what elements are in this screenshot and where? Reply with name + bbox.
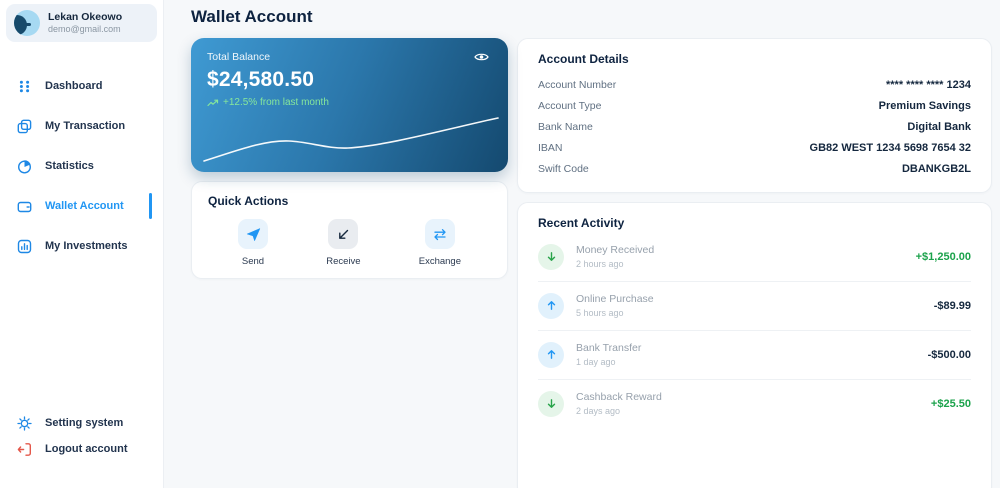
action-label: Send — [241, 256, 265, 267]
detail-label: Account Type — [538, 100, 602, 113]
sidebar-item-my-investments[interactable]: My Investments — [0, 226, 163, 266]
dashboard-grid-icon — [17, 78, 33, 94]
activity-amount: -$500.00 — [927, 348, 971, 361]
account-details-title: Account Details — [538, 52, 629, 66]
active-indicator — [149, 193, 152, 219]
activity-row-bank-transfer[interactable]: Bank Transfer 1 day ago -$500.00 — [538, 331, 971, 380]
avatar — [14, 10, 40, 36]
total-balance-card: Total Balance $24,580.50 +12.5% from las… — [191, 38, 508, 172]
sidebar-item-settings[interactable]: Setting system — [0, 410, 163, 436]
detail-label: Account Number — [538, 79, 617, 92]
main-content: Wallet Account Total Balance $24,580.50 — [164, 0, 1000, 488]
activity-title: Bank Transfer — [576, 342, 642, 355]
receive-icon — [328, 219, 359, 249]
account-details-panel: Account Details Account Number **** ****… — [517, 38, 992, 193]
exchange-button[interactable]: Exchange — [419, 219, 461, 267]
page-title: Wallet Account — [191, 7, 313, 26]
action-label: Receive — [326, 256, 361, 267]
action-label: Exchange — [418, 256, 461, 267]
arrow-down-icon — [538, 243, 564, 270]
detail-value: **** **** **** 1234 — [885, 79, 971, 92]
exchange-icon — [424, 219, 455, 249]
arrow-up-icon — [538, 341, 564, 368]
footer-item-label: Setting system — [45, 417, 124, 429]
detail-row-account-number: Account Number **** **** **** 1234 — [538, 75, 971, 96]
balance-label: Total Balance — [207, 51, 271, 63]
receive-button[interactable]: Receive — [326, 219, 361, 267]
activity-text: Money Received 2 hours ago — [576, 244, 654, 269]
sidebar-item-statistics[interactable]: Statistics — [0, 146, 163, 186]
activity-amount: +$1,250.00 — [915, 250, 971, 263]
activity-text: Bank Transfer 1 day ago — [576, 342, 641, 367]
sidebar-item-label: My Transaction — [45, 120, 126, 132]
sidebar-item-label: Dashboard — [45, 80, 103, 92]
detail-row-iban: IBAN GB82 WEST 1234 5698 7654 32 — [538, 137, 971, 158]
activity-time: 5 hours ago — [576, 308, 624, 319]
quick-actions-title: Quick Actions — [208, 194, 289, 208]
activity-amount: -$89.99 — [933, 299, 971, 312]
balance-trend: +12.5% from last month — [223, 97, 329, 108]
user-profile[interactable]: Lekan Okeowo demo@gmail.com — [6, 4, 157, 42]
activity-text: Online Purchase 5 hours ago — [576, 293, 654, 318]
activity-text: Cashback Reward 2 days ago — [576, 391, 662, 416]
user-email: demo@gmail.com — [48, 24, 121, 34]
gear-icon — [17, 415, 33, 431]
detail-value: Digital Bank — [907, 120, 971, 133]
user-info: Lekan Okeowo demo@gmail.com — [48, 11, 122, 35]
activity-title: Online Purchase — [576, 293, 654, 306]
investments-icon — [17, 238, 33, 254]
activity-title: Money Received — [576, 244, 655, 257]
activity-amount: +$25.50 — [930, 397, 971, 410]
activity-time: 1 day ago — [576, 357, 616, 368]
arrow-down-icon — [538, 390, 564, 417]
recent-activity-title: Recent Activity — [538, 215, 625, 230]
arrow-up-icon — [538, 292, 564, 319]
statistics-pie-icon — [17, 158, 33, 174]
detail-label: Swift Code — [538, 162, 589, 175]
activity-row-money-received[interactable]: Money Received 2 hours ago +$1,250.00 — [538, 233, 971, 282]
sidebar-item-logout[interactable]: Logout account — [0, 436, 163, 462]
detail-label: IBAN — [538, 141, 563, 154]
logout-icon — [17, 441, 33, 457]
sidebar: Lekan Okeowo demo@gmail.com Dashboard My… — [0, 0, 164, 488]
detail-value: GB82 WEST 1234 5698 7654 32 — [809, 141, 971, 154]
send-icon — [238, 219, 268, 249]
activity-time: 2 hours ago — [576, 259, 624, 270]
activity-time: 2 days ago — [576, 406, 621, 417]
activity-row-online-purchase[interactable]: Online Purchase 5 hours ago -$89.99 — [538, 282, 971, 331]
footer-item-label: Logout account — [45, 443, 128, 455]
user-name: Lekan Okeowo — [48, 11, 123, 23]
detail-row-account-type: Account Type Premium Savings — [538, 96, 971, 117]
balance-sparkline — [203, 117, 499, 162]
activity-title: Cashback Reward — [576, 391, 662, 404]
eye-icon[interactable] — [474, 51, 490, 63]
sidebar-item-label: Wallet Account — [45, 200, 124, 212]
sidebar-item-my-transaction[interactable]: My Transaction — [0, 106, 163, 146]
transactions-icon — [17, 118, 33, 134]
sidebar-nav: Dashboard My Transaction Statistics Wall… — [0, 66, 163, 266]
send-button[interactable]: Send — [238, 219, 268, 267]
detail-value: Premium Savings — [878, 100, 971, 113]
activity-row-cashback-reward[interactable]: Cashback Reward 2 days ago +$25.50 — [538, 380, 971, 428]
trend-up-icon — [207, 99, 219, 107]
recent-activity-panel: Recent Activity Money Received 2 hours a… — [517, 201, 992, 488]
quick-actions-panel: Quick Actions Send Receive Exchange — [191, 181, 508, 279]
detail-row-bank-name: Bank Name Digital Bank — [538, 117, 971, 138]
sidebar-item-label: Statistics — [45, 160, 94, 172]
sidebar-item-label: My Investments — [45, 240, 128, 252]
sidebar-item-wallet-account[interactable]: Wallet Account — [0, 186, 163, 226]
sidebar-item-dashboard[interactable]: Dashboard — [0, 66, 163, 106]
detail-row-swift-code: Swift Code DBANKGB2L — [538, 158, 971, 179]
balance-amount: $24,580.50 — [207, 68, 315, 91]
detail-label: Bank Name — [538, 120, 593, 133]
detail-value: DBANKGB2L — [901, 162, 971, 175]
wallet-icon — [17, 198, 33, 214]
